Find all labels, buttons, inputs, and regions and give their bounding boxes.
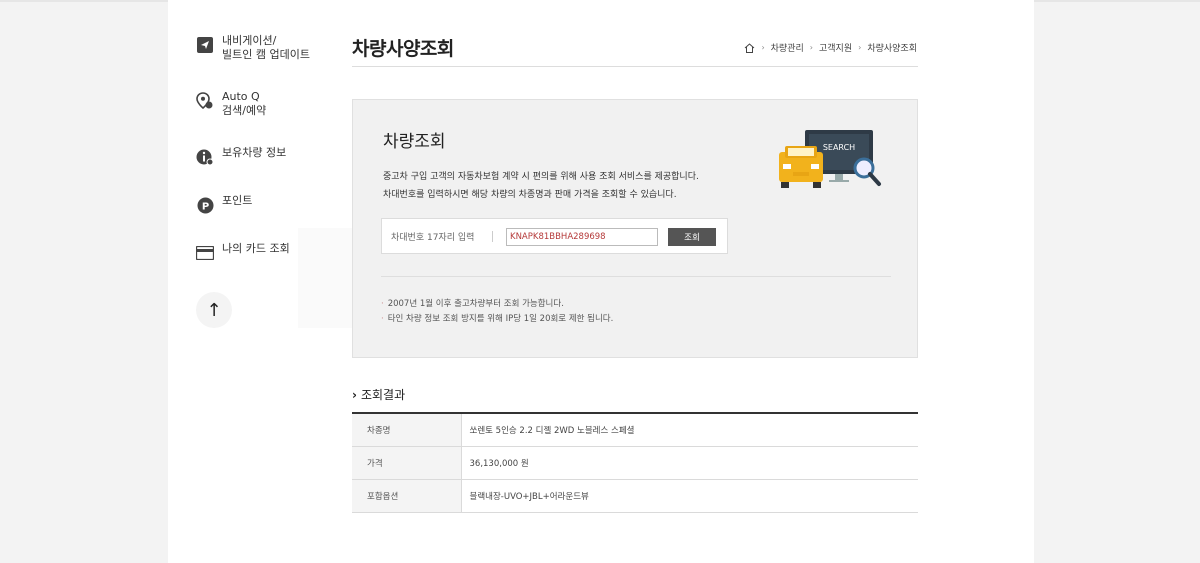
sidebar-item-label: 보유차량 정보 (222, 146, 287, 159)
sidebar-item-label: 나의 카드 조회 (222, 242, 290, 255)
chevron-right-icon: › (352, 387, 357, 402)
row-value: 36,130,000 원 (461, 446, 918, 480)
table-row: 차종명 쏘렌토 5인승 2.2 디젤 2WD 노블레스 스페셜 (352, 413, 918, 447)
vin-label: 차대번호 17자리 입력 (391, 233, 475, 243)
result-table: 차종명 쏘렌토 5인승 2.2 디젤 2WD 노블레스 스페셜 가격 36,13… (352, 412, 918, 513)
search-button[interactable]: 조회 (668, 228, 716, 246)
chevron-right-icon: › (809, 43, 813, 52)
vin-search-form: 차대번호 17자리 입력 조회 (381, 218, 728, 254)
vin-input[interactable] (506, 228, 658, 246)
breadcrumb-item-current: 차량사양조회 (867, 44, 917, 54)
info-icon (196, 148, 214, 166)
sidebar-item-autoq[interactable]: Auto Q 검색/예약 (196, 90, 336, 118)
lookup-title: 차량조회 (383, 132, 446, 152)
sidebar-item-vehicle-info[interactable]: 보유차량 정보 (196, 146, 336, 166)
notice-list: · 2007년 1월 이후 출고차량부터 조회 가능합니다. · 타인 차량 정보 … (381, 297, 613, 327)
row-label: 포함옵션 (352, 479, 462, 513)
location-pin-icon (196, 92, 214, 110)
row-value: 블랙내장-UVO+JBL+어라운드뷰 (461, 479, 918, 513)
divider (492, 231, 493, 242)
sidebar-item-label: 포인트 (222, 194, 253, 207)
svg-text:P: P (201, 201, 208, 212)
chevron-right-icon: › (761, 43, 765, 52)
lookup-panel: 차량조회 중고차 구입 고객의 자동차보험 계약 시 편의를 위해 사용 조회 … (352, 99, 918, 358)
point-icon: P (196, 196, 214, 214)
arrow-up-icon: ↑ (206, 299, 222, 321)
description-line: 중고차 구입 고객의 자동차보험 계약 시 편의를 위해 사용 조회 서비스를 … (383, 172, 699, 182)
sidebar-item-navigation-update[interactable]: 내비게이션/ 빌트인 캠 업데이트 (196, 34, 336, 62)
header-divider (352, 66, 918, 67)
lookup-divider (381, 276, 891, 277)
sidebar-item-points[interactable]: P 포인트 (196, 194, 336, 214)
result-title-text: 조회결과 (360, 388, 406, 402)
lookup-description: 중고차 구입 고객의 자동차보험 계약 시 편의를 위해 사용 조회 서비스를 … (383, 168, 699, 204)
notice-item: · 타인 차량 정보 조회 방지를 위해 IP당 1일 20회로 제한 됩니다. (381, 314, 614, 324)
notice-item: · 2007년 1월 이후 출고차량부터 조회 가능합니다. (381, 299, 564, 309)
row-value: 쏘렌토 5인승 2.2 디젤 2WD 노블레스 스페셜 (461, 413, 918, 447)
card-icon (196, 244, 214, 262)
breadcrumb-item[interactable]: 차량관리 (771, 41, 804, 54)
result-title: › 조회결과 (352, 386, 405, 403)
home-icon[interactable] (744, 42, 755, 53)
sidebar-item-label: 내비게이션/ 빌트인 캠 업데이트 (222, 34, 310, 61)
row-label: 차종명 (352, 413, 462, 447)
row-label: 가격 (352, 446, 462, 480)
chevron-right-icon: › (858, 43, 862, 52)
sidebar-item-label: Auto Q 검색/예약 (222, 90, 267, 117)
sidebar-item-my-card[interactable]: 나의 카드 조회 (196, 242, 336, 262)
navigation-icon (196, 36, 214, 54)
breadcrumb: › 차량관리 › 고객지원 › 차량사양조회 (744, 41, 917, 54)
search-text: SEARCH (823, 143, 855, 152)
scroll-top-button[interactable]: ↑ (196, 292, 232, 328)
table-row: 가격 36,130,000 원 (352, 446, 918, 480)
breadcrumb-item[interactable]: 고객지원 (819, 41, 852, 54)
table-row: 포함옵션 블랙내장-UVO+JBL+어라운드뷰 (352, 479, 918, 513)
search-car-illustration: SEARCH (779, 130, 881, 188)
page-title: 차량사양조회 (352, 38, 454, 60)
description-line: 차대번호를 입력하시면 해당 차량의 차종명과 판매 가격을 조회할 수 있습니… (383, 190, 677, 200)
